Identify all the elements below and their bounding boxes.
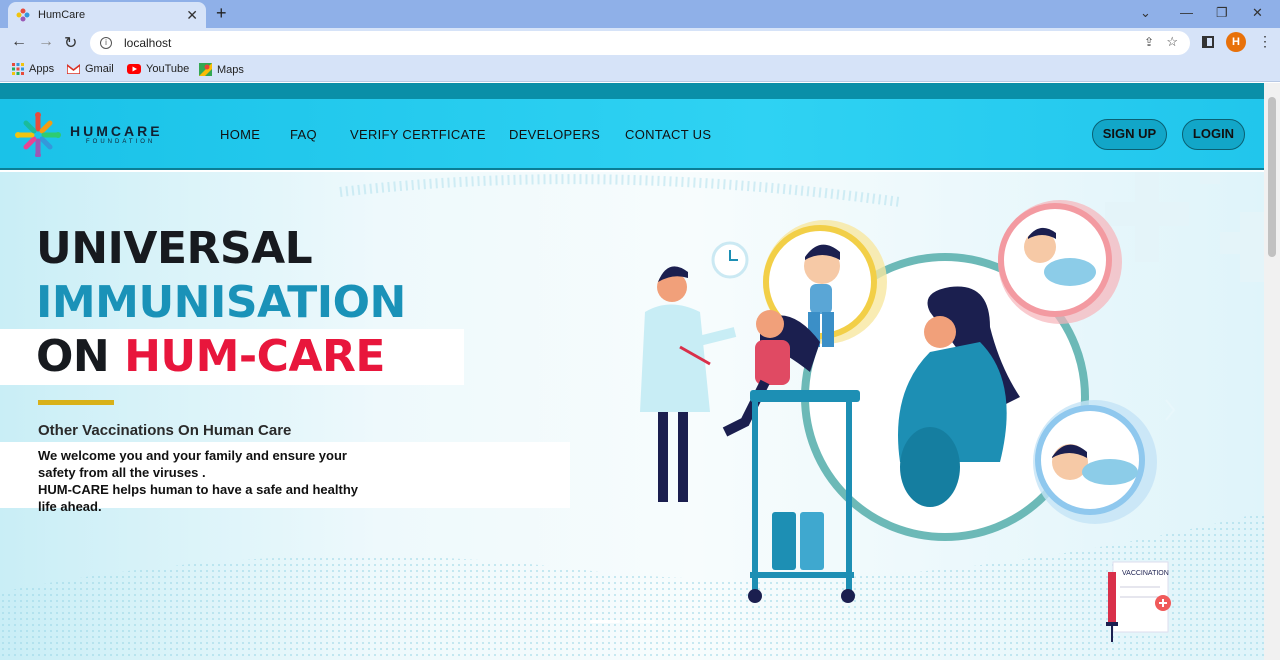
browser-tabbar: HumCare ✕ + ⌄ — ❐ ✕ — [0, 0, 1280, 28]
hero-title-line2: IMMUNISATION — [36, 277, 406, 328]
minimize-icon[interactable]: — — [1180, 5, 1193, 20]
vaccination-card-label: VACCINATION — [1122, 570, 1169, 577]
bookmark-maps[interactable]: Maps — [199, 63, 244, 76]
restore-icon[interactable]: ❐ — [1216, 5, 1228, 21]
hero-subtitle: Other Vaccinations On Human Care — [38, 422, 292, 439]
browser-toolbar: ← → ↻ i localhost ⇪ ☆ H ⋮ — [0, 28, 1280, 58]
hero-title-line1: UNIVERSAL — [36, 223, 313, 274]
hero-title-line3: ON HUM-CARE — [36, 330, 385, 384]
carousel-indicator-2[interactable] — [625, 620, 655, 623]
maps-icon — [199, 63, 212, 76]
bookmark-gmail[interactable]: Gmail — [67, 63, 114, 75]
vaccination-illustration: VACCINATION — [640, 200, 1176, 642]
side-panel-icon[interactable] — [1202, 36, 1214, 48]
hero-title-accent: HUM-CARE — [124, 331, 385, 382]
tab-close-icon[interactable]: ✕ — [186, 7, 198, 24]
bookmarks-bar: Apps Gmail YouTube Maps — [0, 58, 1280, 82]
signup-button[interactable]: SIGN UP — [1092, 119, 1167, 150]
bookmark-apps[interactable]: Apps — [12, 63, 54, 75]
hero-paragraph: We welcome you and your family and ensur… — [38, 447, 378, 515]
vaccination-card: VACCINATION — [1106, 561, 1171, 642]
back-icon[interactable]: ← — [11, 33, 27, 51]
share-icon[interactable]: ⇪ — [1144, 35, 1154, 49]
nav-home[interactable]: HOME — [220, 127, 260, 142]
bookmark-label: Maps — [217, 63, 244, 76]
bookmark-label: YouTube — [146, 63, 190, 75]
site-info-icon[interactable]: i — [100, 37, 112, 49]
bookmark-youtube[interactable]: YouTube — [127, 63, 189, 75]
bookmark-label: Gmail — [85, 63, 114, 75]
doctor-figure — [640, 266, 737, 502]
gmail-icon — [67, 64, 80, 74]
hero-title-on: ON — [36, 331, 110, 382]
nav-contact-us[interactable]: CONTACT US — [625, 127, 711, 142]
top-strip — [0, 83, 1264, 99]
bookmark-star-icon[interactable]: ☆ — [1166, 34, 1178, 50]
profile-avatar[interactable]: H — [1226, 32, 1246, 52]
hero-para-2: HUM-CARE helps human to have a safe and … — [38, 482, 359, 514]
reload-icon[interactable]: ↻ — [64, 33, 77, 53]
carousel-next-icon — [1165, 399, 1176, 421]
bookmark-label: Apps — [29, 63, 55, 75]
apps-grid-icon — [12, 63, 24, 75]
nav-developers[interactable]: DEVELOPERS — [509, 127, 600, 142]
forward-icon[interactable]: → — [38, 33, 54, 51]
tab-search-icon[interactable]: ⌄ — [1140, 5, 1151, 21]
address-bar[interactable]: i localhost ⇪ ☆ — [90, 31, 1190, 55]
title-underline — [38, 400, 114, 405]
nav-verify-certificate[interactable]: VERIFY CERTFICATE — [350, 127, 486, 142]
browser-tab[interactable]: HumCare ✕ — [8, 2, 206, 28]
new-tab-icon[interactable]: + — [216, 3, 227, 24]
site-navbar: HUMCARE FOUNDATION HOME FAQ VERIFY CERTF… — [0, 99, 1264, 170]
scrollbar-thumb[interactable] — [1268, 97, 1276, 257]
carousel-indicator-1[interactable] — [590, 620, 620, 623]
url-text: localhost — [124, 36, 172, 50]
brand-subtitle: FOUNDATION — [86, 139, 156, 145]
close-window-icon[interactable]: ✕ — [1252, 5, 1263, 21]
humcare-favicon-icon — [16, 8, 30, 22]
hero-banner: UNIVERSAL IMMUNISATION ON HUM-CARE Other… — [0, 172, 1264, 660]
nav-faq[interactable]: FAQ — [290, 127, 317, 142]
login-button[interactable]: LOGIN — [1182, 119, 1245, 150]
page-scrollbar[interactable] — [1264, 83, 1280, 660]
hero-para-1: We welcome you and your family and ensur… — [38, 448, 347, 480]
brand-name: HUMCARE — [70, 123, 163, 139]
humcare-logo-icon[interactable] — [14, 111, 62, 157]
page-viewport: HUMCARE FOUNDATION HOME FAQ VERIFY CERTF… — [0, 83, 1264, 660]
youtube-icon — [127, 64, 141, 74]
tab-title: HumCare — [38, 9, 86, 21]
menu-icon[interactable]: ⋮ — [1258, 33, 1272, 50]
